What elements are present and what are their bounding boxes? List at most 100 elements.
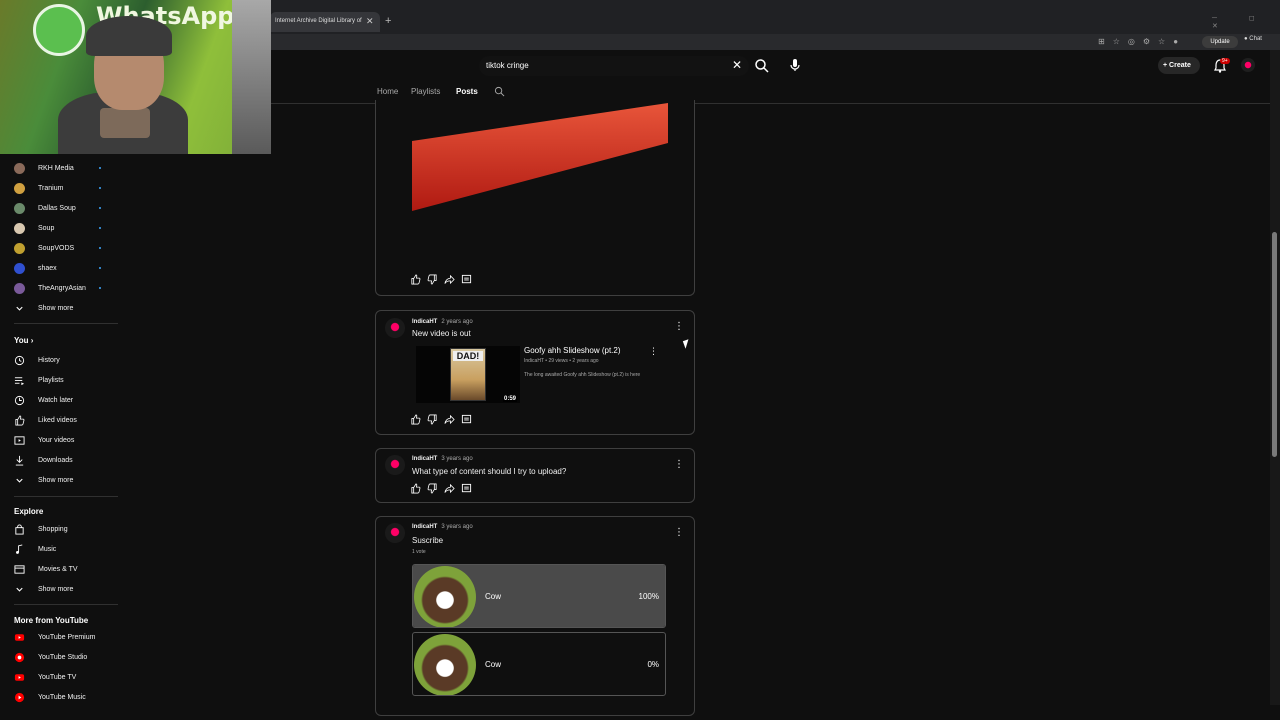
dislike-icon[interactable] xyxy=(427,483,438,494)
post-author[interactable]: IndicaHT 2 years ago xyxy=(412,319,473,325)
video-title[interactable]: Goofy ahh Slideshow (pt.2) xyxy=(524,346,621,355)
more-from-youtube-heading: More from YouTube xyxy=(14,616,89,625)
comment-icon[interactable] xyxy=(461,274,472,285)
thumbnail-art: DAD! xyxy=(450,348,486,401)
chat-button[interactable]: ● Chat xyxy=(1244,36,1262,42)
sidebar-item-movies-tv[interactable]: Movies & TV xyxy=(14,559,118,579)
sidebar-item-label: YouTube Music xyxy=(38,693,86,701)
tab-home[interactable]: Home xyxy=(377,87,398,96)
tab-posts[interactable]: Posts xyxy=(456,87,478,96)
bag-icon xyxy=(15,523,24,535)
whatsapp-logo xyxy=(33,4,85,56)
channel-avatar xyxy=(14,262,25,274)
comment-icon[interactable] xyxy=(461,483,472,494)
poll-post-card: IndicaHT 3 years ago Suscribe 1 vote ⋮ Co… xyxy=(375,516,695,716)
poll-option[interactable]: Cow 100% xyxy=(412,564,666,628)
author-avatar[interactable] xyxy=(385,455,405,475)
chevron-down-icon xyxy=(16,587,23,592)
browser-tab-title: Internet Archive Digital Library of xyxy=(275,18,362,24)
sidebar-sub-tranium[interactable]: Tranium xyxy=(14,178,118,198)
sidebar-sub-soup[interactable]: Soup xyxy=(14,218,118,238)
search-icon[interactable] xyxy=(754,58,770,74)
dislike-icon[interactable] xyxy=(427,274,438,285)
channel-avatar xyxy=(14,282,25,294)
author-name: IndicaHT xyxy=(412,456,438,462)
sidebar-item-label: History xyxy=(38,356,60,364)
window-controls[interactable]: ─ ◻ ✕ xyxy=(1212,14,1280,30)
show-more-explore[interactable]: Show more xyxy=(14,579,118,599)
share-icon[interactable] xyxy=(444,274,455,285)
author-avatar[interactable] xyxy=(385,523,405,543)
microphone-icon[interactable] xyxy=(787,57,803,73)
sidebar-item-liked-videos[interactable]: Liked videos xyxy=(14,410,118,430)
new-content-dot xyxy=(99,247,101,249)
video-more-options-icon[interactable]: ⋮ xyxy=(649,346,658,357)
share-icon[interactable] xyxy=(444,483,455,494)
sidebar-item-shopping[interactable]: Shopping xyxy=(14,519,118,539)
sidebar-item-youtube-tv[interactable]: YouTube TV xyxy=(14,667,118,687)
sidebar-item-music[interactable]: Music xyxy=(14,539,118,559)
sidebar-sub-shaex[interactable]: shaex xyxy=(14,258,118,278)
sidebar-item-youtube-music[interactable]: YouTube Music xyxy=(14,687,118,707)
post-image[interactable] xyxy=(412,103,670,213)
post-actions xyxy=(410,483,472,494)
show-more-subscriptions[interactable]: Show more xyxy=(14,298,118,318)
sidebar-item-your-videos[interactable]: Your videos xyxy=(14,430,118,450)
author-avatar[interactable] xyxy=(385,318,405,338)
video-thumbnail[interactable]: DAD! 0:59 xyxy=(416,346,520,403)
you-section-heading[interactable]: You › xyxy=(14,336,33,345)
post-time: 3 years ago xyxy=(441,456,473,462)
update-button[interactable]: Update xyxy=(1202,36,1238,48)
sidebar-item-label: Playlists xyxy=(38,376,64,384)
new-tab-icon[interactable]: + xyxy=(385,15,391,27)
sidebar-item-playlists[interactable]: Playlists xyxy=(14,370,118,390)
sidebar-item-youtube-studio[interactable]: YouTube Studio xyxy=(14,647,118,667)
post-card xyxy=(375,100,695,296)
clear-search-icon[interactable]: ✕ xyxy=(732,58,742,72)
sidebar-item-watch-later[interactable]: Watch later xyxy=(14,390,118,410)
update-label: Update xyxy=(1210,39,1230,45)
comment-icon[interactable] xyxy=(461,414,472,425)
like-icon[interactable] xyxy=(410,483,421,494)
more-options-icon[interactable]: ⋮ xyxy=(674,459,684,470)
new-content-dot xyxy=(99,287,101,289)
sidebar-sub-dallas-soup[interactable]: Dallas Soup xyxy=(14,198,118,218)
dislike-icon[interactable] xyxy=(427,414,438,425)
sidebar-sub-soupvods[interactable]: SoupVODS xyxy=(14,238,118,258)
tab-playlists[interactable]: Playlists xyxy=(411,87,440,96)
sidebar-sub-rkh-media[interactable]: RKH Media xyxy=(14,158,118,178)
poll-option[interactable]: Cow 0% xyxy=(412,632,666,696)
post-author[interactable]: IndicaHT 3 years ago xyxy=(412,456,473,462)
scrollbar-thumb[interactable] xyxy=(1272,232,1277,457)
account-avatar[interactable] xyxy=(1241,58,1255,72)
new-content-dot xyxy=(99,267,101,269)
poll-vote-count: 1 vote xyxy=(412,549,426,555)
like-icon[interactable] xyxy=(410,414,421,425)
poll-option-percent: 0% xyxy=(647,660,659,669)
more-options-icon[interactable]: ⋮ xyxy=(674,527,684,538)
sidebar-item-downloads[interactable]: Downloads xyxy=(14,450,118,470)
webcam-background-right xyxy=(232,0,271,154)
poll-option-image xyxy=(414,634,476,695)
poll-option-label: Cow xyxy=(485,660,502,669)
share-icon[interactable] xyxy=(444,414,455,425)
sidebar-item-history[interactable]: History xyxy=(14,350,118,370)
tab-close-icon[interactable]: ✕ xyxy=(366,16,374,27)
browser-tab[interactable]: Internet Archive Digital Library of xyxy=(270,12,380,32)
extension-icons[interactable]: ⊞☆◎⚙☆● xyxy=(1098,37,1186,46)
channel-avatar xyxy=(14,202,25,214)
video-description: The long awaited Goofy ahh Slideshow (pt… xyxy=(524,372,641,378)
post-author[interactable]: IndicaHT 3 years ago xyxy=(412,524,473,530)
sidebar-item-youtube-premium[interactable]: YouTube Premium xyxy=(14,627,118,647)
show-more-you[interactable]: Show more xyxy=(14,470,118,490)
streamer-cap xyxy=(86,16,172,56)
channel-search-icon[interactable] xyxy=(494,86,505,97)
sidebar-sub-theangryasian[interactable]: TheAngryAsian xyxy=(14,278,118,298)
channel-avatar xyxy=(14,162,25,174)
create-button[interactable]: + Create xyxy=(1158,57,1200,74)
post-time: 2 years ago xyxy=(441,319,473,325)
like-icon[interactable] xyxy=(410,274,421,285)
author-name: IndicaHT xyxy=(412,319,438,325)
more-options-icon[interactable]: ⋮ xyxy=(674,321,684,332)
search-query: tiktok cringe xyxy=(486,61,529,70)
